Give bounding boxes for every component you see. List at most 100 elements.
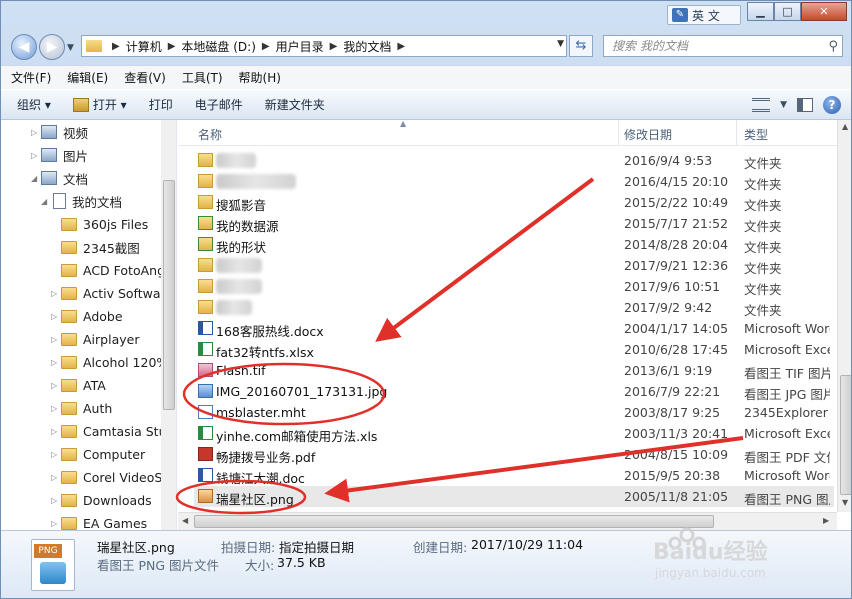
new-folder-button[interactable]: 新建文件夹 <box>265 96 325 113</box>
tree-item[interactable]: ACD FotoAngel <box>51 259 176 281</box>
column-divider[interactable] <box>736 120 737 146</box>
file-row[interactable]: 2017/9/2 9:42 文件夹 <box>194 297 834 318</box>
file-list-vertical-scrollbar[interactable]: ▲ ▼ <box>837 120 851 512</box>
chevron-right-icon[interactable]: ▶ <box>397 41 405 52</box>
expand-arrow-icon[interactable]: ▷ <box>51 519 61 528</box>
file-row[interactable]: 钱塘江大潮.doc 2015/9/5 20:38 Microsoft Word <box>194 465 834 486</box>
expand-arrow-icon[interactable]: ▷ <box>51 381 61 390</box>
expand-arrow-icon[interactable]: ▷ <box>51 404 61 413</box>
tree-item[interactable]: ◢ 文档 <box>31 167 88 189</box>
tree-item[interactable]: ▷ Alcohol 120% <box>51 351 168 373</box>
expand-arrow-icon[interactable]: ▷ <box>51 335 61 344</box>
help-icon[interactable]: ? <box>823 96 841 114</box>
address-bar[interactable]: ▶ 计算机 ▶ 本地磁盘 (D:) ▶ 用户目录 ▶ 我的文档 ▶ ▼ <box>81 35 567 57</box>
tree-item[interactable]: ▷ 视频 <box>31 121 88 143</box>
vertical-scroll-thumb[interactable] <box>840 375 851 495</box>
file-row[interactable]: 我的形状 2014/8/28 20:04 文件夹 <box>194 234 834 255</box>
tree-item[interactable]: ▷ Downloads <box>51 489 152 511</box>
maximize-button[interactable]: □ <box>774 2 801 21</box>
file-row[interactable]: 2017/9/6 10:51 文件夹 <box>194 276 834 297</box>
open-button[interactable]: 打开 ▾ <box>72 96 127 113</box>
file-row[interactable]: 我的数据源 2015/7/17 21:52 文件夹 <box>194 213 834 234</box>
file-row[interactable]: 2017/9/21 12:36 文件夹 <box>194 255 834 276</box>
column-divider[interactable] <box>618 120 619 146</box>
tree-item[interactable]: ▷ 图片 <box>31 144 88 166</box>
breadcrumb-user-dir[interactable]: 用户目录 <box>276 38 324 55</box>
refresh-button[interactable]: ⇆ <box>569 35 593 57</box>
expand-arrow-icon[interactable]: ▷ <box>31 151 41 160</box>
tree-item[interactable]: ▷ Airplayer <box>51 328 139 350</box>
organize-button[interactable]: 组织 ▾ <box>17 96 51 113</box>
file-row[interactable]: 搜狐影音 2015/2/22 10:49 文件夹 <box>194 192 834 213</box>
preview-pane-icon[interactable] <box>797 98 813 112</box>
ime-indicator[interactable]: ✎ 英 文 <box>667 5 741 25</box>
file-row[interactable]: 畅捷拨号业务.pdf 2004/8/15 10:09 看图王 PDF 文件 <box>194 444 834 465</box>
tree-item[interactable]: ▷ Activ Software <box>51 282 173 304</box>
file-row[interactable]: fat32转ntfs.xlsx 2010/6/28 17:45 Microsoft … <box>194 339 834 360</box>
chevron-right-icon[interactable]: ▶ <box>262 41 270 52</box>
menu-file[interactable]: 文件(F) <box>11 69 51 86</box>
tree-item[interactable]: ▷ Computer <box>51 443 145 465</box>
file-row[interactable]: Flash.tif 2013/6/1 9:19 看图王 TIF 图片 <box>194 360 834 381</box>
tree-item[interactable]: ▷ ATA <box>51 374 106 396</box>
expand-arrow-icon[interactable]: ▷ <box>51 358 61 367</box>
column-header-name[interactable]: 名称 <box>198 126 222 143</box>
expand-arrow-icon[interactable]: ▷ <box>31 128 41 137</box>
menu-view[interactable]: 查看(V) <box>124 69 166 86</box>
tree-item[interactable]: 2345截图 <box>51 236 140 258</box>
file-row[interactable]: msblaster.mht 2003/8/17 9:25 2345Explorer … <box>194 402 834 423</box>
scroll-up-arrow-icon[interactable]: ▲ <box>842 122 848 131</box>
navigation-pane-scrollbar[interactable] <box>161 120 176 530</box>
file-row[interactable]: 2016/4/15 20:10 文件夹 <box>194 171 834 192</box>
expand-arrow-icon[interactable]: ▷ <box>51 427 61 436</box>
shot-date-value[interactable]: 指定拍摄日期 <box>279 537 354 556</box>
email-button[interactable]: 电子邮件 <box>195 96 243 113</box>
file-row[interactable]: 168客服热线.docx 2004/1/17 14:05 Microsoft Wor… <box>194 318 834 339</box>
address-dropdown-icon[interactable]: ▼ <box>557 39 564 49</box>
tree-item[interactable]: ▷ Adobe <box>51 305 123 327</box>
print-button[interactable]: 打印 <box>149 96 173 113</box>
breadcrumb-my-documents[interactable]: 我的文档 <box>343 38 391 55</box>
expanded-arrow-icon[interactable]: ◢ <box>31 174 41 183</box>
scroll-left-arrow-icon[interactable]: ◀ <box>182 516 188 525</box>
breadcrumb-drive[interactable]: 本地磁盘 (D:) <box>181 38 255 55</box>
breadcrumb-computer[interactable]: 计算机 <box>126 38 162 55</box>
scroll-down-arrow-icon[interactable]: ▼ <box>842 498 848 507</box>
expanded-arrow-icon[interactable]: ◢ <box>41 197 51 206</box>
tree-item[interactable]: ▷ EA Games <box>51 512 147 531</box>
recent-pages-dropdown[interactable]: ▼ <box>67 43 74 53</box>
tree-item[interactable]: ▷ Auth <box>51 397 112 419</box>
tree-item[interactable]: ▷ Camtasia Studio <box>51 420 176 442</box>
horizontal-scroll-thumb[interactable] <box>194 515 714 528</box>
navigation-pane-scroll-thumb[interactable] <box>163 180 175 410</box>
forward-button[interactable]: ▶ <box>39 34 65 60</box>
image-thumbnail-icon <box>40 562 66 584</box>
search-input[interactable]: 搜索 我的文档 ⚲ <box>603 35 843 57</box>
tree-item[interactable]: 360js Files <box>51 213 148 235</box>
back-button[interactable]: ◀ <box>11 34 37 60</box>
chevron-right-icon[interactable]: ▶ <box>112 41 120 52</box>
expand-arrow-icon[interactable]: ▷ <box>51 289 61 298</box>
expand-arrow-icon[interactable]: ▷ <box>51 312 61 321</box>
change-view-icon[interactable] <box>752 98 771 112</box>
menu-tools[interactable]: 工具(T) <box>182 69 223 86</box>
chevron-right-icon[interactable]: ▶ <box>330 41 338 52</box>
menu-help[interactable]: 帮助(H) <box>239 69 281 86</box>
tree-item[interactable]: ◢ 我的文档 <box>41 190 122 212</box>
expand-arrow-icon[interactable]: ▷ <box>51 450 61 459</box>
column-header-date[interactable]: 修改日期 <box>624 126 672 143</box>
minimize-button[interactable]: ▁ <box>747 2 774 21</box>
expand-arrow-icon[interactable]: ▷ <box>51 496 61 505</box>
tree-item[interactable]: ▷Corel VideoStudio <box>51 466 176 488</box>
search-icon[interactable]: ⚲ <box>828 37 838 57</box>
file-row[interactable]: IMG_20160701_173131.jpg 2016/7/9 22:21 看图王… <box>194 381 834 402</box>
expand-arrow-icon[interactable]: ▷ <box>51 473 61 482</box>
menu-edit[interactable]: 编辑(E) <box>67 69 108 86</box>
file-row[interactable]: 瑞星社区.png 2005/11/8 21:05 看图王 PNG 图片 <box>194 486 834 507</box>
chevron-right-icon[interactable]: ▶ <box>168 41 176 52</box>
file-row[interactable]: yinhe.com邮箱使用方法.xls 2003/11/3 20:41 Micros… <box>194 423 834 444</box>
file-row[interactable]: 2016/9/4 9:53 文件夹 <box>194 150 834 171</box>
view-dropdown-icon[interactable]: ▼ <box>780 100 787 110</box>
close-button[interactable]: ✕ <box>801 2 847 21</box>
column-header-type[interactable]: 类型 <box>744 126 768 143</box>
